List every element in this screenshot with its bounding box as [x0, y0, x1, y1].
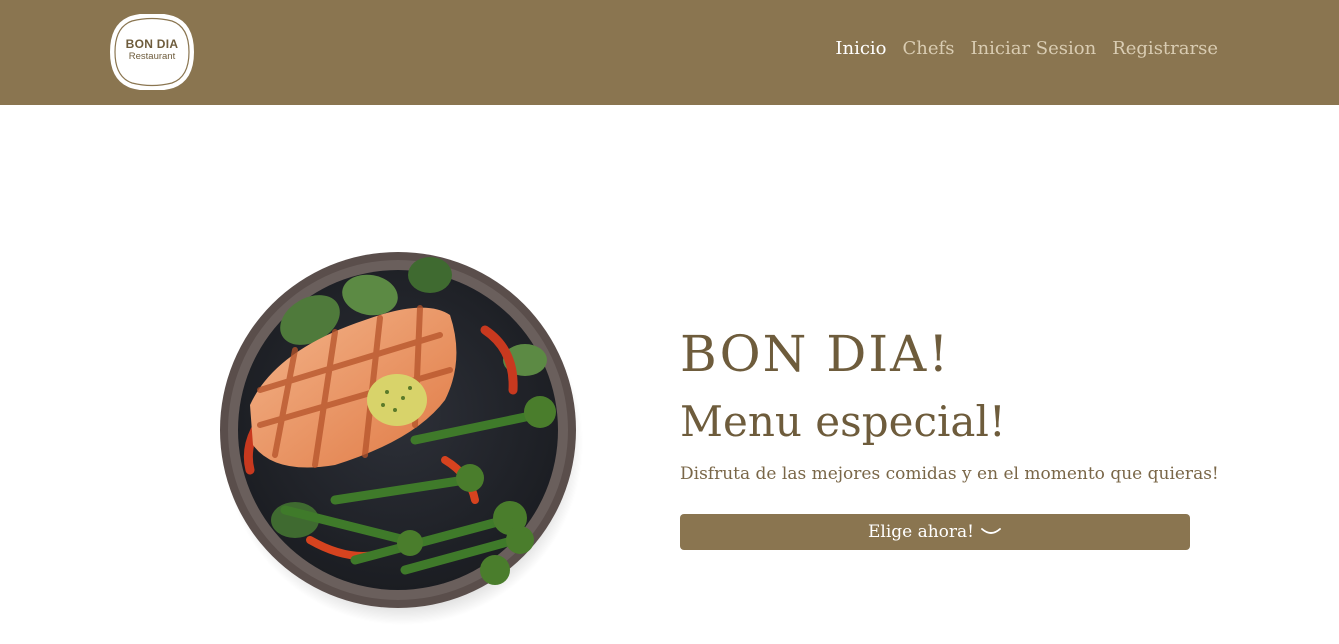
navbar: BON DIA Restaurant Inicio Chefs Iniciar …	[0, 0, 1339, 105]
chevron-down-icon	[981, 528, 1001, 534]
nav-link-chefs[interactable]: Chefs	[903, 38, 955, 59]
elige-ahora-button[interactable]: Elige ahora!	[680, 514, 1190, 550]
nav-link-iniciar-sesion[interactable]: Iniciar Sesion	[970, 38, 1096, 59]
cta-label: Elige ahora!	[867, 522, 975, 542]
brand-logo[interactable]: BON DIA Restaurant	[109, 14, 195, 90]
brand-subtitle: Restaurant	[128, 51, 176, 62]
hero-image	[215, 240, 595, 630]
brand-name: BON DIA	[125, 37, 179, 51]
hero-title: BON DIA!	[680, 325, 951, 383]
hero-section: BON DIA! Menu especial! Disfruta de las …	[680, 322, 1219, 550]
hero-subtitle: Menu especial!	[680, 397, 1006, 446]
nav-link-inicio[interactable]: Inicio	[835, 38, 886, 59]
salmon-plate-image	[220, 252, 583, 625]
nav-link-registrarse[interactable]: Registrarse	[1112, 38, 1218, 59]
hero-description: Disfruta de las mejores comidas y en el …	[680, 464, 1219, 484]
main-nav: Inicio Chefs Iniciar Sesion Registrarse	[835, 38, 1218, 59]
